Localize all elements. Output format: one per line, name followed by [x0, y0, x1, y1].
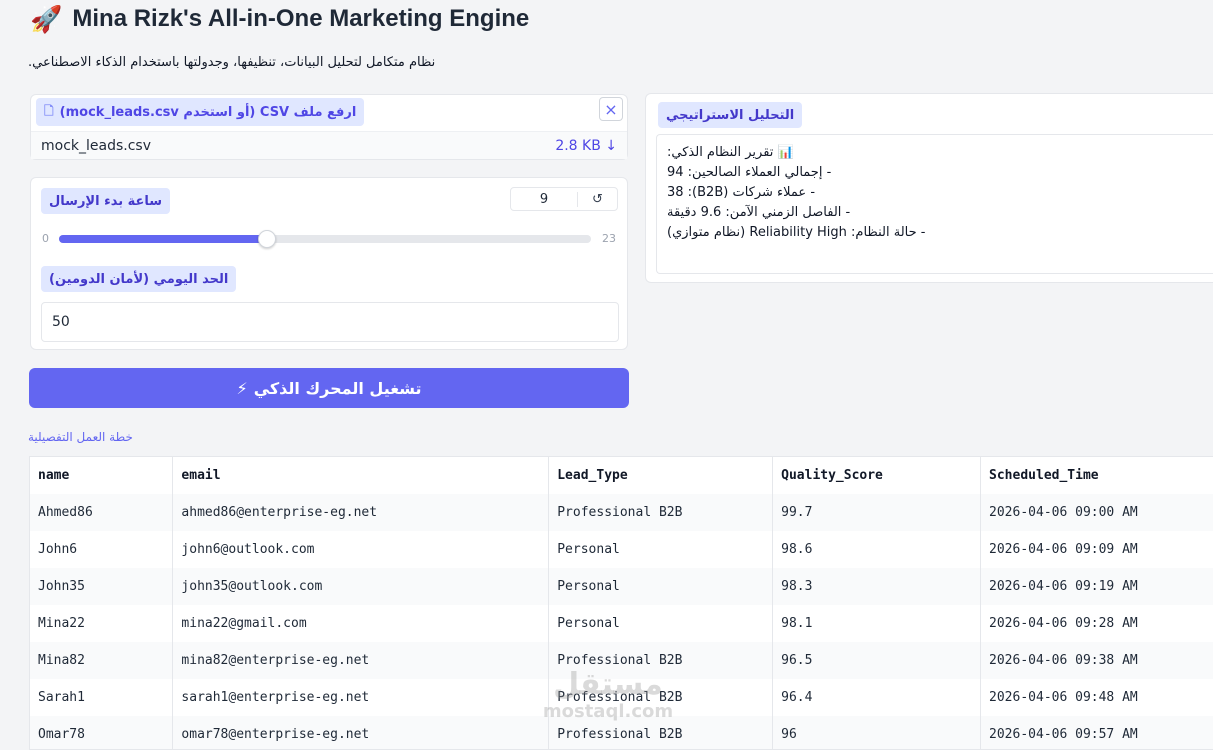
column-header-lead-type[interactable]: Lead_Type	[548, 457, 774, 494]
file-upload-label-text: ارفع ملف CSV (أو استخدم mock_leads.csv)	[59, 104, 357, 120]
start-hour-number-input[interactable]: 9 ↺	[510, 187, 618, 211]
uploaded-file-row[interactable]: mock_leads.csv 2.8 KB ↓	[31, 131, 627, 159]
slider-thumb[interactable]	[258, 230, 277, 248]
table-header-row: name email Lead_Type Quality_Score Scheduled…	[30, 457, 1213, 494]
table-cell: 2026-04-06 09:00 AM	[980, 494, 1213, 531]
table-cell: Professional B2B	[548, 494, 774, 531]
table-cell: Professional B2B	[548, 642, 774, 679]
analysis-label: التحليل الاستراتيجي	[658, 102, 803, 128]
table-cell: Professional B2B	[548, 679, 774, 716]
daily-limit-input[interactable]: 50	[41, 302, 619, 342]
table-cell: John35	[30, 568, 174, 605]
start-hour-label: ساعة بدء الإرسال	[41, 188, 171, 214]
table-cell: 96	[772, 716, 982, 749]
table-cell: 2026-04-06 09:38 AM	[980, 642, 1213, 679]
start-hour-value[interactable]: 9	[511, 192, 577, 207]
column-header-email[interactable]: email	[172, 457, 550, 494]
run-engine-label: تشغيل المحرك الذكي	[253, 378, 422, 398]
daily-limit-label: الحد اليومي (لأمان الدومين)	[41, 266, 237, 292]
table-row[interactable]: John6 john6@outlook.com Personal 98.6 2026-0…	[30, 531, 1213, 568]
table-row[interactable]: Mina22 mina22@gmail.com Personal 98.1 2026-0…	[30, 605, 1213, 642]
analysis-report: 📊 تقرير النظام الذكي: - إجمالي العملاء ا…	[656, 134, 1213, 274]
table-cell: 2026-04-06 09:28 AM	[980, 605, 1213, 642]
table-cell: Professional B2B	[548, 716, 774, 749]
table-cell: 2026-04-06 09:57 AM	[980, 716, 1213, 749]
table-cell: mina22@gmail.com	[172, 605, 550, 642]
file-upload-panel[interactable]: 🗋 ارفع ملف CSV (أو استخدم mock_leads.csv…	[30, 94, 628, 160]
table-cell: 98.1	[772, 605, 982, 642]
table-cell: Personal	[548, 605, 774, 642]
analysis-panel: التحليل الاستراتيجي 📊 تقرير النظام الذكي…	[645, 93, 1213, 283]
table-cell: 2026-04-06 09:48 AM	[980, 679, 1213, 716]
table-cell: Mina22	[30, 605, 174, 642]
table-cell: John6	[30, 531, 174, 568]
report-lines: - إجمالي العملاء الصالحين: 94 - عملاء شرك…	[667, 163, 1204, 243]
table-cell: 96.5	[772, 642, 982, 679]
page-title: 🚀 Mina Rizk's All-in-One Marketing Engin…	[30, 2, 529, 36]
page-subtitle: نظام متكامل لتحليل البيانات، تنظيفها، وج…	[28, 55, 436, 70]
table-cell: Personal	[548, 568, 774, 605]
table-row[interactable]: Mina82 mina82@enterprise-eg.net Profession…	[30, 642, 1213, 679]
table-cell: Ahmed86	[30, 494, 174, 531]
table-cell: 96.4	[772, 679, 982, 716]
table-row[interactable]: Omar78 omar78@enterprise-eg.net Profession…	[30, 716, 1213, 749]
plan-table: name email Lead_Type Quality_Score Scheduled…	[29, 456, 1213, 750]
table-row[interactable]: Sarah1 sarah1@enterprise-eg.net Profession…	[30, 679, 1213, 716]
file-icon: 🗋	[44, 103, 54, 118]
table-cell: Omar78	[30, 716, 174, 749]
table-cell: omar78@enterprise-eg.net	[172, 716, 550, 749]
table-cell: 2026-04-06 09:09 AM	[980, 531, 1213, 568]
column-header-name[interactable]: name	[30, 457, 174, 494]
controls-panel: ساعة بدء الإرسال 9 ↺ 0 23 الحد اليومي (ل…	[30, 177, 628, 350]
file-upload-label: 🗋 ارفع ملف CSV (أو استخدم mock_leads.csv…	[36, 98, 365, 126]
plan-label: خطة العمل التفصيلية	[28, 430, 133, 444]
table-cell: mina82@enterprise-eg.net	[172, 642, 550, 679]
table-cell: 98.3	[772, 568, 982, 605]
table-cell: 99.7	[772, 494, 982, 531]
table-cell: 98.6	[772, 531, 982, 568]
reset-icon[interactable]: ↺	[577, 191, 617, 207]
lightning-icon: ⚡	[236, 378, 248, 398]
report-title: 📊 تقرير النظام الذكي:	[667, 145, 794, 160]
start-hour-slider[interactable]	[59, 230, 591, 248]
table-cell: ahmed86@enterprise-eg.net	[172, 494, 550, 531]
slider-max-label: 23	[602, 232, 616, 245]
table-cell: 2026-04-06 09:19 AM	[980, 568, 1213, 605]
report-line: - إجمالي العملاء الصالحين: 94	[667, 165, 832, 180]
slider-fill	[59, 235, 268, 243]
table-row[interactable]: Ahmed86 ahmed86@enterprise-eg.net Professi…	[30, 494, 1213, 531]
report-line: - الفاصل الزمني الآمن: 9.6 دقيقة	[667, 205, 851, 220]
table-body: Ahmed86 ahmed86@enterprise-eg.net Professi…	[30, 494, 1213, 749]
table-row[interactable]: John35 john35@outlook.com Personal 98.3 2026…	[30, 568, 1213, 605]
table-cell: Personal	[548, 531, 774, 568]
column-header-scheduled-time[interactable]: Scheduled_Time	[980, 457, 1213, 494]
run-engine-button[interactable]: تشغيل المحرك الذكي ⚡	[29, 368, 629, 408]
page-title-text: Mina Rizk's All-in-One Marketing Engine	[72, 5, 530, 32]
download-file-link[interactable]: 2.8 KB ↓	[555, 138, 617, 154]
rocket-icon: 🚀	[30, 3, 63, 34]
report-line: - عملاء شركات (B2B): 38	[667, 185, 816, 200]
report-line: - حالة النظام: Reliability High (نظام مت…	[667, 225, 926, 240]
close-icon[interactable]: ×	[599, 97, 623, 121]
slider-min-label: 0	[42, 232, 49, 245]
table-cell: john6@outlook.com	[172, 531, 550, 568]
uploaded-file-name: mock_leads.csv	[41, 137, 151, 154]
column-header-quality-score[interactable]: Quality_Score	[772, 457, 982, 494]
table-cell: john35@outlook.com	[172, 568, 550, 605]
table-cell: Mina82	[30, 642, 174, 679]
table-cell: Sarah1	[30, 679, 174, 716]
table-cell: sarah1@enterprise-eg.net	[172, 679, 550, 716]
